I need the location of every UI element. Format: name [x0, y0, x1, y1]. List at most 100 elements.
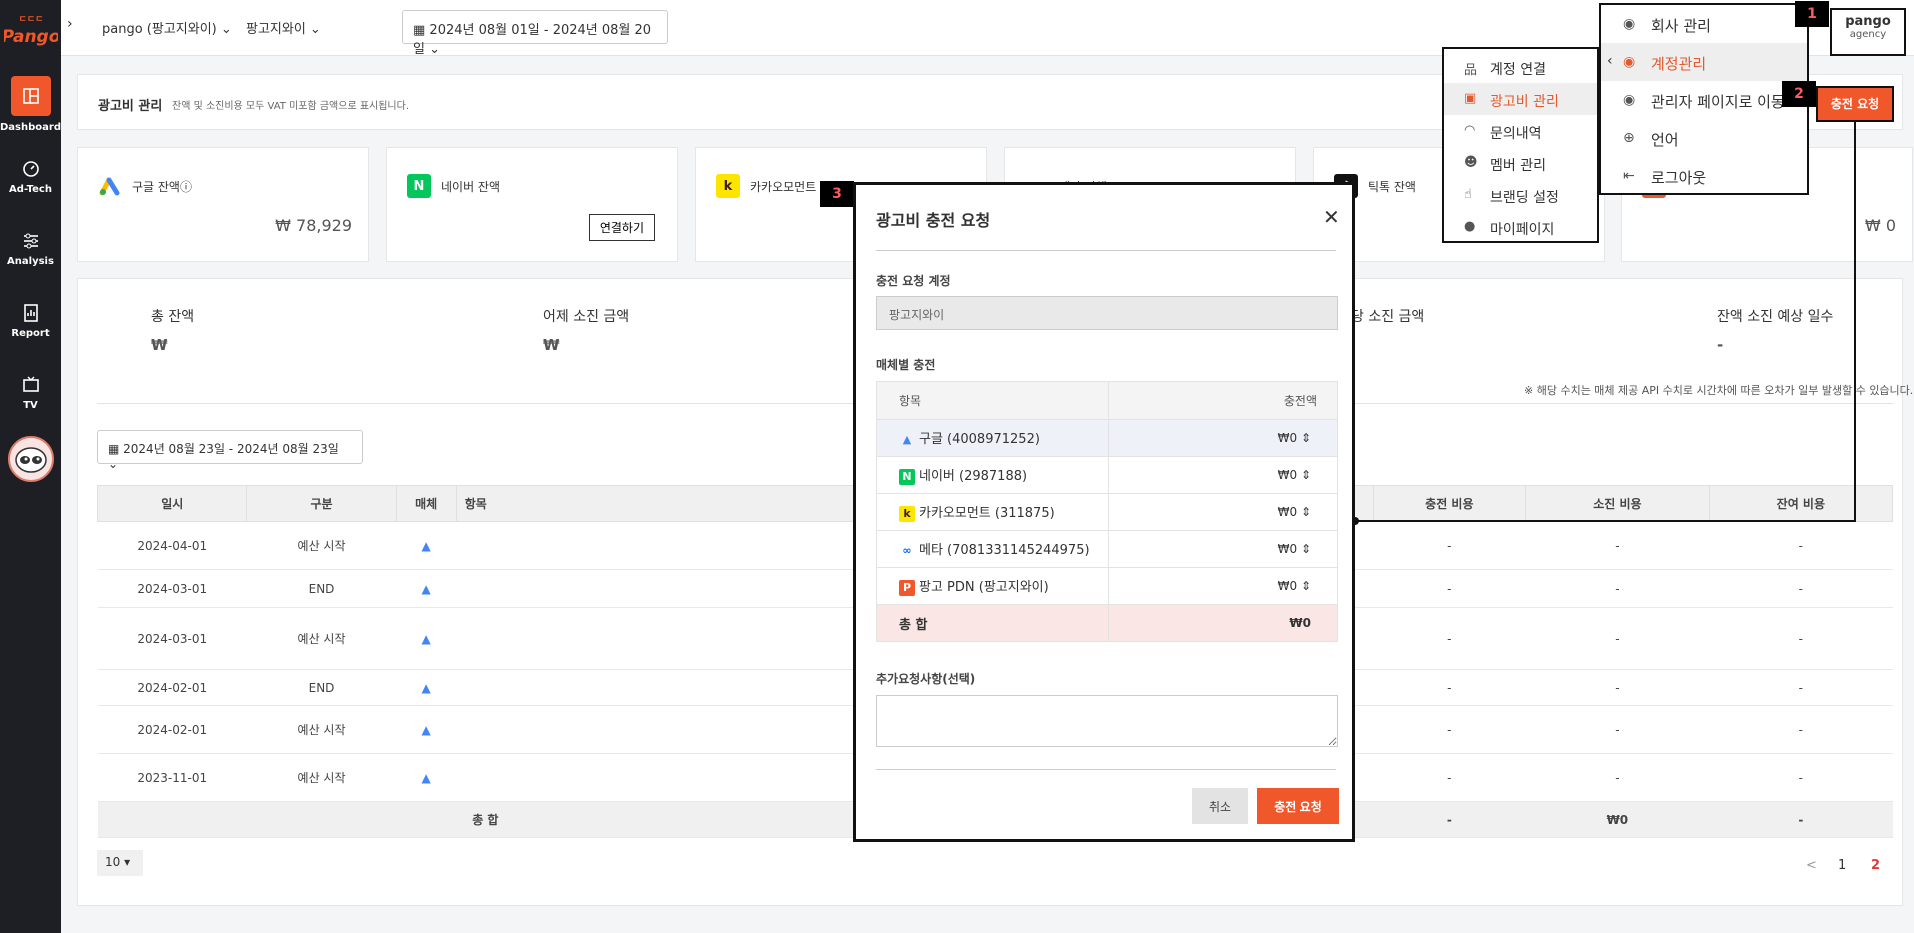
account-field-label: 충전 요청 계정: [876, 274, 951, 288]
row-type: 예산 시작: [246, 705, 397, 754]
step-badge-2: 2: [1782, 81, 1816, 107]
report-icon: [23, 304, 38, 322]
calendar-icon: ▦: [413, 23, 430, 38]
menu-company[interactable]: ◉ 회사 관리: [1601, 5, 1807, 43]
top-date-picker[interactable]: ▦ 2024년 08월 01일 - 2024년 08월 20일 ⌄: [402, 10, 668, 57]
row-type: 예산 시작: [246, 753, 397, 802]
modal-title: 광고비 충전 요청: [876, 211, 991, 230]
pango-logo[interactable]: ㄷㄷㄷ Pango: [2, 10, 61, 47]
menu-admin-page[interactable]: ◉ 관리자 페이지로 이동: [1601, 81, 1807, 119]
svg-text:Pango: Pango: [4, 27, 58, 46]
row-charge: -: [1373, 521, 1526, 570]
company-selector[interactable]: pango (팡고지와이) ⌄: [102, 18, 232, 37]
nav-adtech[interactable]: Ad-Tech: [0, 158, 61, 195]
extra-request-textarea[interactable]: [876, 695, 1338, 747]
cancel-button[interactable]: 취소: [1192, 788, 1248, 824]
user-name: pango: [1845, 14, 1891, 29]
page-title: 광고비 관리: [98, 99, 163, 114]
row-date: 2024-03-01: [97, 607, 247, 670]
charge-total-value: ₩0: [1108, 604, 1338, 642]
row-type: END: [246, 569, 397, 608]
col-media-item: 항목: [876, 381, 1109, 420]
charge-row-kakao: k 카카오모먼트 (311875) ₩0 ⇕: [876, 493, 1338, 531]
row-date: 2024-04-01: [97, 521, 247, 570]
row-remain: -: [1709, 521, 1893, 570]
nav-analysis[interactable]: Analysis: [0, 230, 61, 267]
kakao-icon: k: [899, 505, 915, 522]
charge-row-google: ▲ 구글 (4008971252) ₩0 ⇕: [876, 419, 1338, 457]
chevron-left-icon: ‹: [1607, 53, 1613, 69]
media-charge-label: 매체별 충전: [876, 358, 936, 372]
page-2-button[interactable]: 2: [1871, 858, 1880, 873]
per-page-select[interactable]: 10 ▾: [97, 850, 143, 876]
calendar-icon: ▦: [108, 442, 124, 456]
close-icon[interactable]: ✕: [1323, 205, 1340, 229]
account-selector[interactable]: 팡고지와이 ⌄: [246, 18, 321, 37]
google-icon: ▲: [396, 569, 457, 608]
company-icon: ◉: [1623, 16, 1636, 32]
media-charge-table: 항목 충전액 ▲ 구글 (4008971252) ₩0 ⇕ N 네이버 (29871…: [876, 381, 1338, 642]
charge-request-top-button[interactable]: 충전 요청: [1816, 86, 1894, 122]
row-remain: -: [1709, 753, 1893, 802]
kakao-icon: k: [716, 174, 740, 198]
account-icon: ◉: [1623, 54, 1636, 70]
yesterday-spend-label: 어제 소진 금액: [543, 309, 630, 325]
naver-icon: N: [407, 174, 431, 198]
col-type[interactable]: 구분: [246, 485, 397, 522]
nav-dashboard-label: Dashboard: [0, 122, 61, 133]
row-spend: -: [1525, 521, 1710, 570]
col-charge-amount: 충전액: [1108, 381, 1338, 420]
kakao-amount-input[interactable]: ₩0 ⇕: [1108, 493, 1338, 531]
meta-amount-input[interactable]: ₩0 ⇕: [1108, 530, 1338, 568]
sidebar: ㄷㄷㄷ Pango Dashboard Ad-Tech Analysis Rep…: [0, 0, 61, 933]
google-amount-input[interactable]: ₩0 ⇕: [1108, 419, 1338, 457]
nav-dashboard[interactable]: Dashboard: [0, 76, 61, 133]
col-media[interactable]: 매체: [395, 485, 457, 522]
naver-balance-label: 네이버 잔액: [441, 180, 501, 194]
menu-ad-budget[interactable]: ▣ 광고비 관리: [1444, 83, 1597, 115]
google-icon: ▲: [396, 521, 457, 570]
user-role: agency: [1849, 29, 1887, 40]
table-date-picker[interactable]: ▦ 2024년 08월 23일 - 2024년 08월 23일 ⌄: [97, 430, 363, 471]
row-type: 예산 시작: [246, 521, 397, 570]
tv-icon: [22, 376, 39, 392]
google-balance-card: 구글 잔액ⓘ ₩ 78,929: [77, 147, 369, 262]
sidebar-toggle-icon[interactable]: ›: [67, 16, 73, 32]
row-charge: -: [1373, 669, 1526, 706]
google-balance-label: 구글 잔액ⓘ: [132, 180, 192, 194]
row-date: 2023-11-01: [97, 753, 247, 802]
naver-amount-input[interactable]: ₩0 ⇕: [1108, 456, 1338, 494]
page-1-button[interactable]: 1: [1838, 858, 1846, 873]
charge-request-modal: 광고비 충전 요청 ✕ 충전 요청 계정 팡고지와이 매체별 충전 항목 충전액…: [853, 182, 1355, 842]
total-spend: ₩0: [1525, 801, 1710, 838]
pango-pdn-icon: P: [899, 579, 915, 596]
modal-footer-divider: [876, 769, 1336, 770]
user-menu-button[interactable]: pango agency: [1830, 8, 1906, 56]
account-field[interactable]: 팡고지와이: [876, 296, 1338, 330]
google-ads-icon: [98, 174, 122, 198]
charge-total-label: 총 합: [876, 604, 1109, 642]
page-subtitle: 잔액 및 소진비용 모두 VAT 미포함 금액으로 표시됩니다.: [172, 101, 410, 112]
pdn-balance-value: ₩ 0: [1864, 216, 1896, 235]
menu-account-link[interactable]: 品 계정 연결: [1444, 51, 1597, 83]
prev-page-button[interactable]: <: [1806, 858, 1817, 873]
nav-tv-label: TV: [23, 400, 38, 411]
nav-tv[interactable]: TV: [0, 374, 61, 411]
nav-report[interactable]: Report: [0, 302, 61, 339]
row-remain: -: [1709, 607, 1893, 670]
col-date[interactable]: 일시: [96, 485, 248, 522]
submit-charge-request-button[interactable]: 충전 요청: [1257, 788, 1339, 824]
row-date: 2024-03-01: [97, 569, 247, 608]
pdn-amount-input[interactable]: ₩0 ⇕: [1108, 567, 1338, 605]
row-remain: -: [1709, 569, 1893, 608]
charge-row-meta: ∞ 메타 (7081331145244975) ₩0 ⇕: [876, 530, 1338, 568]
naver-icon: N: [899, 468, 915, 485]
row-type: 예산 시작: [246, 607, 397, 670]
naver-connect-button[interactable]: 연결하기: [588, 214, 655, 241]
nav-analysis-label: Analysis: [7, 256, 54, 267]
menu-account-management[interactable]: ‹ ◉ 계정관리: [1601, 43, 1807, 81]
google-balance-value: ₩ 78,929: [275, 216, 352, 235]
sliders-icon: [23, 233, 38, 249]
mascot-avatar[interactable]: [8, 436, 54, 482]
naver-balance-card: N 네이버 잔액 연결하기: [386, 147, 678, 262]
